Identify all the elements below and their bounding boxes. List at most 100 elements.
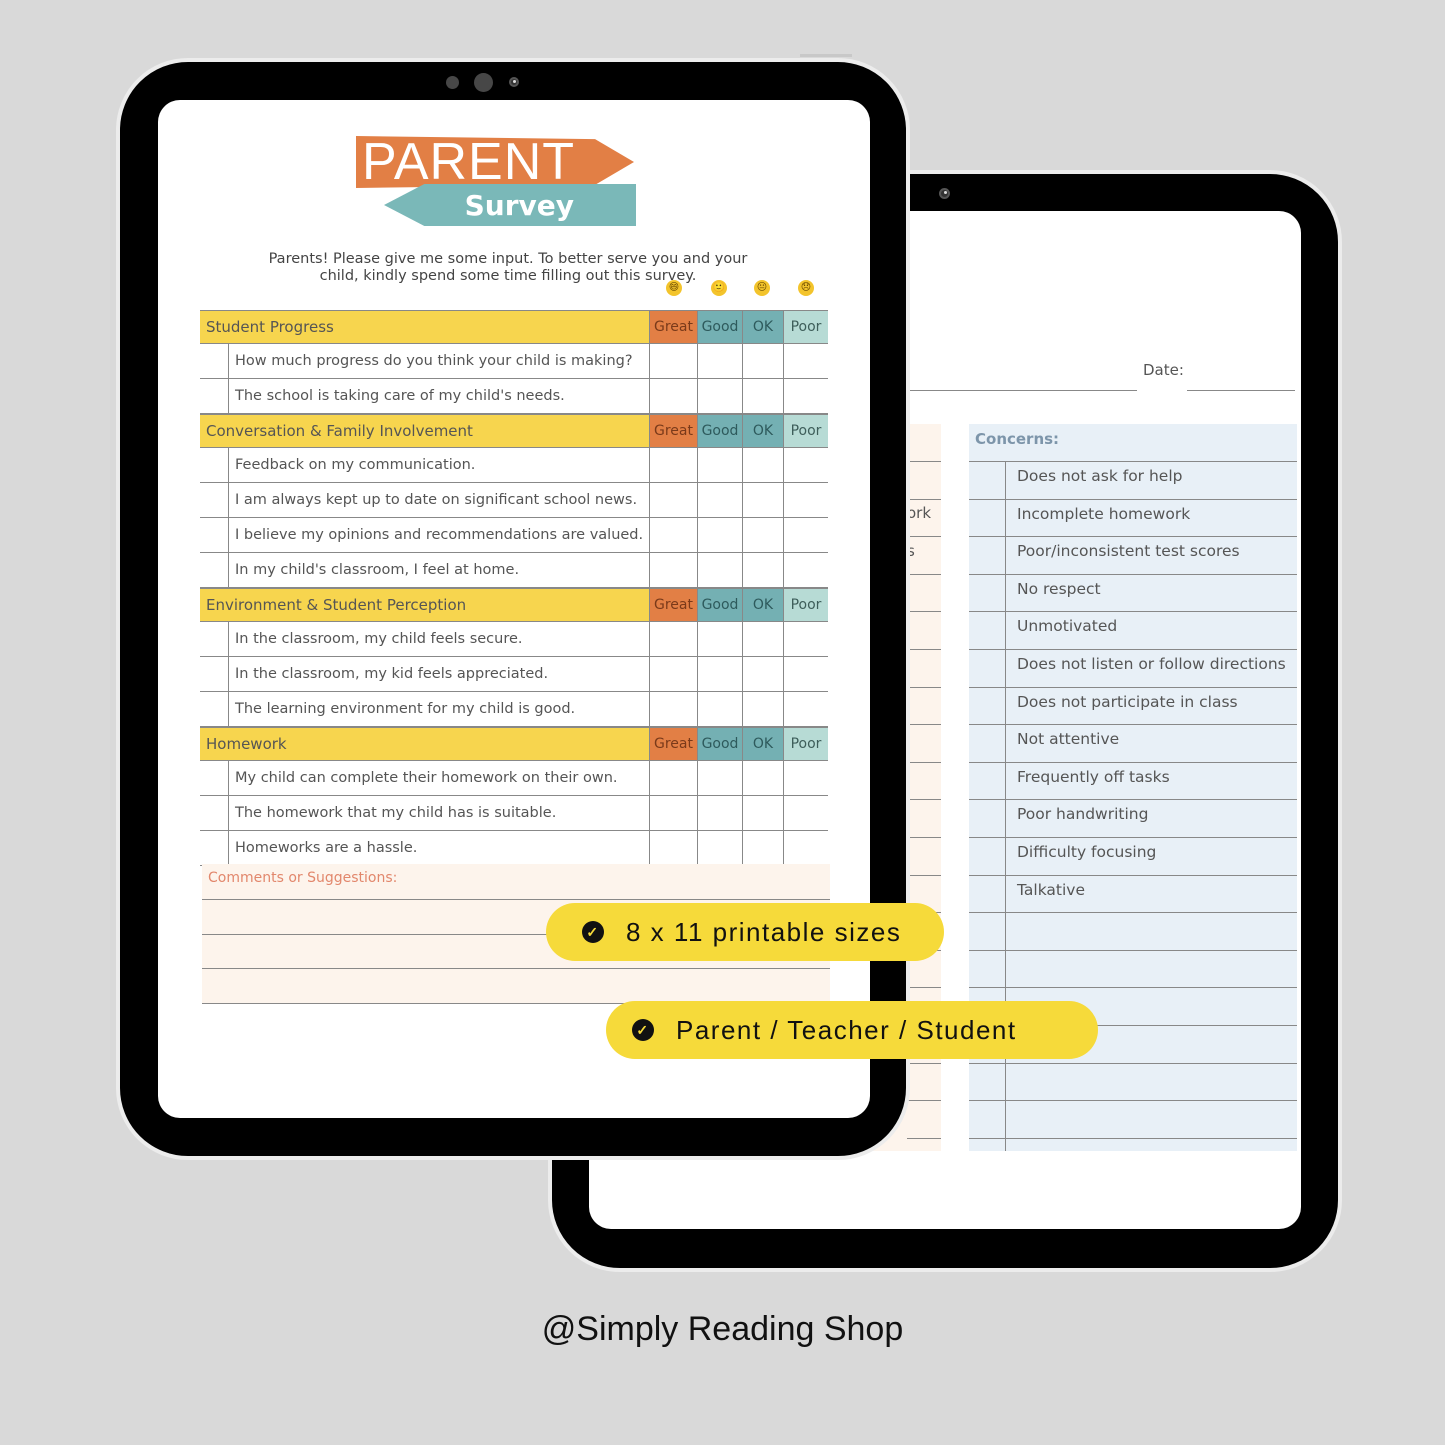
rating-cell-ok[interactable] [742, 796, 783, 830]
question-checkbox[interactable] [200, 344, 229, 378]
concern-row[interactable]: Does not participate in class [969, 686, 1297, 725]
feature-badge-printable: ✓ 8 x 11 printable sizes [546, 903, 944, 961]
question-checkbox[interactable] [200, 518, 229, 552]
rating-cell-good[interactable] [697, 344, 742, 378]
rating-cell-great[interactable] [649, 692, 697, 726]
rating-cell-good[interactable] [697, 692, 742, 726]
section-header: Homework Great Good OK Poor [200, 727, 828, 761]
rating-cell-poor[interactable] [783, 657, 828, 691]
rating-cell-ok[interactable] [742, 553, 783, 587]
question-row: How much progress do you think your chil… [200, 344, 828, 379]
concern-row[interactable]: Poor/inconsistent test scores [969, 536, 1297, 574]
question-row: I am always kept up to date on significa… [200, 483, 828, 518]
concern-row[interactable] [969, 912, 1297, 950]
rating-cell-poor[interactable] [783, 448, 828, 482]
question-row: My child can complete their homework on … [200, 761, 828, 796]
rating-cell-great[interactable] [649, 622, 697, 656]
date-field-line[interactable] [1187, 390, 1295, 391]
rating-cell-good[interactable] [697, 379, 742, 413]
question-checkbox[interactable] [200, 553, 229, 587]
rating-cell-ok[interactable] [742, 379, 783, 413]
rating-cell-poor[interactable] [783, 483, 828, 517]
question-row: In the classroom, my child feels secure. [200, 622, 828, 657]
rating-cell-great[interactable] [649, 379, 697, 413]
concern-row[interactable] [969, 1100, 1297, 1138]
question-text: How much progress do you think your chil… [235, 353, 633, 369]
question-checkbox[interactable] [200, 379, 229, 413]
question-checkbox[interactable] [200, 761, 229, 795]
rating-cell-good[interactable] [697, 622, 742, 656]
rating-cell-great[interactable] [649, 483, 697, 517]
power-button [800, 54, 852, 57]
rating-cell-ok[interactable] [742, 344, 783, 378]
concern-row[interactable]: Does not ask for help [969, 461, 1297, 499]
rating-cell-poor[interactable] [783, 344, 828, 378]
question-row: Homeworks are a hassle. [200, 831, 828, 866]
rating-cell-ok[interactable] [742, 657, 783, 691]
rating-cell-good[interactable] [697, 796, 742, 830]
concern-row[interactable]: Incomplete homework [969, 498, 1297, 537]
rating-cell-ok[interactable] [742, 761, 783, 795]
concern-text: Does not participate in class [1017, 692, 1238, 711]
rating-cell-good[interactable] [697, 553, 742, 587]
section-title: Homework [200, 728, 649, 760]
rating-cell-poor[interactable] [783, 692, 828, 726]
rating-cell-ok[interactable] [742, 448, 783, 482]
concern-row[interactable] [969, 949, 1297, 988]
concern-row[interactable]: Unmotivated [969, 611, 1297, 649]
rating-cell-great[interactable] [649, 831, 697, 865]
concern-row[interactable]: Frequently off tasks [969, 761, 1297, 800]
rating-cell-poor[interactable] [783, 831, 828, 865]
concern-row[interactable]: Talkative [969, 874, 1297, 913]
question-checkbox[interactable] [200, 483, 229, 517]
rating-cell-great[interactable] [649, 657, 697, 691]
question-row: The school is taking care of my child's … [200, 379, 828, 414]
rating-cell-great[interactable] [649, 518, 697, 552]
rating-cell-great[interactable] [649, 344, 697, 378]
question-checkbox[interactable] [200, 448, 229, 482]
concern-row[interactable] [969, 1062, 1297, 1101]
question-checkbox[interactable] [200, 692, 229, 726]
rating-cell-ok[interactable] [742, 622, 783, 656]
rating-cell-poor[interactable] [783, 622, 828, 656]
question-text: In the classroom, my child feels secure. [235, 631, 523, 647]
question-checkbox[interactable] [200, 831, 229, 865]
rating-cell-good[interactable] [697, 831, 742, 865]
concern-row[interactable]: No respect [969, 573, 1297, 612]
section-title: Environment & Student Perception [200, 589, 649, 621]
question-checkbox[interactable] [200, 622, 229, 656]
rating-cell-ok[interactable] [742, 831, 783, 865]
question-row: Feedback on my communication. [200, 448, 828, 483]
question-checkbox[interactable] [200, 657, 229, 691]
survey-title-top: PARENT [356, 136, 634, 188]
rating-cell-great[interactable] [649, 553, 697, 587]
concerns-label: Concerns: [975, 430, 1060, 448]
concern-row[interactable]: Not attentive [969, 724, 1297, 762]
rating-header-poor: Poor [783, 415, 828, 447]
rating-cell-ok[interactable] [742, 692, 783, 726]
rating-cell-good[interactable] [697, 761, 742, 795]
rating-cell-poor[interactable] [783, 379, 828, 413]
rating-cell-good[interactable] [697, 483, 742, 517]
rating-cell-poor[interactable] [783, 796, 828, 830]
rating-cell-great[interactable] [649, 448, 697, 482]
rating-cell-great[interactable] [649, 796, 697, 830]
rating-cell-good[interactable] [697, 518, 742, 552]
rating-cell-poor[interactable] [783, 553, 828, 587]
question-row: The homework that my child has is suitab… [200, 796, 828, 831]
rating-cell-great[interactable] [649, 761, 697, 795]
rating-cell-poor[interactable] [783, 761, 828, 795]
concern-row[interactable]: Does not listen or follow directions [969, 649, 1297, 687]
question-row: I believe my opinions and recommendation… [200, 518, 828, 553]
rating-cell-ok[interactable] [742, 518, 783, 552]
rating-cell-poor[interactable] [783, 518, 828, 552]
concern-row[interactable]: Difficulty focusing [969, 837, 1297, 875]
concern-row[interactable]: Poor handwriting [969, 799, 1297, 837]
question-checkbox[interactable] [200, 796, 229, 830]
rating-cell-ok[interactable] [742, 483, 783, 517]
strength-row-line [907, 1137, 941, 1139]
rating-cell-good[interactable] [697, 657, 742, 691]
question-text: The school is taking care of my child's … [235, 388, 565, 404]
light-sensor-icon [509, 77, 519, 87]
rating-cell-good[interactable] [697, 448, 742, 482]
